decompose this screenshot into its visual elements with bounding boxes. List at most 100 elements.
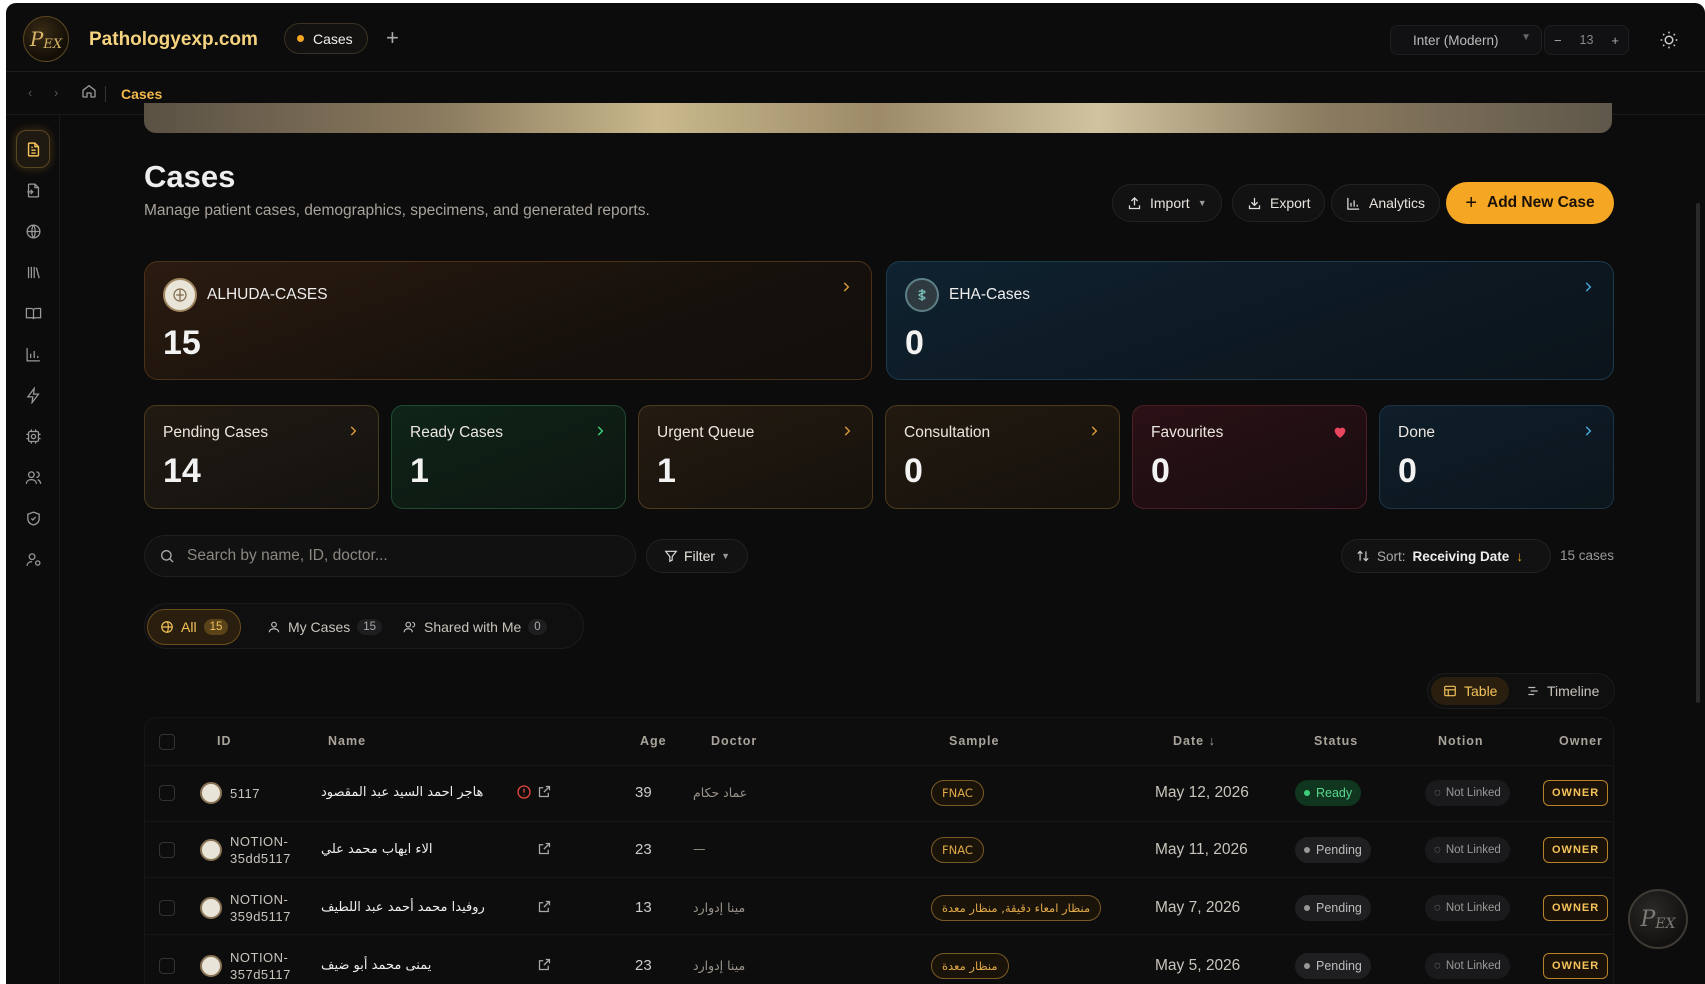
org-card-eha[interactable]: EHA-Cases 0 bbox=[886, 261, 1614, 380]
row-checkbox[interactable] bbox=[159, 842, 175, 858]
chevron-down-icon: ▼ bbox=[721, 551, 731, 561]
column-header-age[interactable]: Age bbox=[640, 734, 667, 748]
theme-toggle-button[interactable] bbox=[1654, 25, 1684, 55]
stat-card-consultation[interactable]: Consultation 0 bbox=[885, 405, 1120, 509]
sidebar-item-cases[interactable] bbox=[16, 130, 50, 168]
table-row[interactable]: NOTION- 357d5117 يمنى محمد أبو ضيف 23 مين… bbox=[145, 934, 1613, 984]
filter-label: Filter bbox=[683, 548, 716, 564]
search-placeholder: Search by name, ID, doctor... bbox=[187, 547, 388, 564]
table-view-button[interactable]: Table bbox=[1431, 677, 1510, 705]
bar-chart-icon bbox=[25, 347, 40, 362]
sidebar-item-globe[interactable] bbox=[16, 212, 50, 250]
patient-name[interactable]: الاء ايهاب محمد علي bbox=[321, 842, 433, 857]
status-badge[interactable]: Pending bbox=[1295, 895, 1371, 921]
row-checkbox[interactable] bbox=[159, 785, 175, 801]
table-row[interactable]: NOTION- 35dd5117 الاء ايهاب محمد علي 23 —… bbox=[145, 821, 1613, 877]
sidebar-item-analytics[interactable] bbox=[16, 335, 50, 373]
notion-link-badge[interactable]: ◌ Not Linked bbox=[1425, 895, 1510, 921]
stat-card-pending[interactable]: Pending Cases 14 bbox=[144, 405, 379, 509]
column-header-date[interactable]: Date ↓ bbox=[1173, 734, 1216, 748]
sort-button[interactable]: Sort: Receiving Date ↓ bbox=[1341, 539, 1551, 573]
external-link-icon[interactable] bbox=[537, 899, 552, 914]
notion-link-badge[interactable]: ◌ Not Linked bbox=[1425, 953, 1510, 979]
floating-assistant-logo[interactable]: P EX bbox=[1628, 889, 1688, 949]
column-header-sample[interactable]: Sample bbox=[949, 734, 999, 748]
case-id[interactable]: NOTION- 357d5117 bbox=[230, 949, 291, 983]
column-header-status[interactable]: Status bbox=[1314, 734, 1358, 748]
tab-all[interactable]: All 15 bbox=[147, 609, 242, 645]
chevron-right-icon bbox=[843, 282, 850, 292]
notion-label: Not Linked bbox=[1445, 844, 1501, 856]
forward-arrow-icon[interactable]: › bbox=[54, 85, 58, 100]
sort-value: Receiving Date bbox=[1412, 548, 1510, 564]
back-arrow-icon[interactable]: ‹ bbox=[28, 85, 32, 100]
doctor-name: مينا إدوارد bbox=[693, 900, 746, 915]
font-increase-button[interactable]: + bbox=[1611, 33, 1619, 48]
sidebar-item-account[interactable] bbox=[16, 540, 50, 578]
tab-cases[interactable]: Cases bbox=[284, 23, 368, 54]
filter-button[interactable]: Filter ▼ bbox=[646, 539, 748, 573]
search-input[interactable]: Search by name, ID, doctor... bbox=[144, 535, 636, 577]
select-all-checkbox[interactable] bbox=[159, 734, 175, 750]
patient-name[interactable]: روفيدا محمد أحمد عبد اللطيف bbox=[321, 900, 485, 915]
stat-card-done[interactable]: Done 0 bbox=[1379, 405, 1614, 509]
add-new-case-button[interactable]: + Add New Case bbox=[1446, 182, 1614, 224]
status-badge[interactable]: Ready bbox=[1295, 780, 1362, 806]
row-checkbox[interactable] bbox=[159, 900, 175, 916]
tab-shared-with-me[interactable]: Shared with Me 0 bbox=[391, 609, 559, 645]
export-button[interactable]: Export bbox=[1232, 184, 1326, 222]
column-header-id[interactable]: ID bbox=[217, 734, 232, 748]
font-family-value: Inter (Modern) bbox=[1413, 32, 1499, 48]
stat-card-ready[interactable]: Ready Cases 1 bbox=[391, 405, 626, 509]
sidebar-item-automation[interactable] bbox=[16, 376, 50, 414]
font-decrease-button[interactable]: − bbox=[1554, 33, 1562, 48]
sidebar-item-users[interactable] bbox=[16, 458, 50, 496]
lightning-icon bbox=[26, 386, 40, 404]
case-id[interactable]: NOTION- 359d5117 bbox=[230, 891, 291, 925]
tab-label: Cases bbox=[313, 30, 353, 47]
table-row[interactable]: NOTION- 359d5117 روفيدا محمد أحمد عبد الل… bbox=[145, 877, 1613, 933]
sidebar-item-import[interactable] bbox=[16, 171, 50, 209]
import-button[interactable]: Import ▼ bbox=[1112, 184, 1222, 222]
column-header-doctor[interactable]: Doctor bbox=[711, 734, 757, 748]
stat-card-favourites[interactable]: Favourites 0 bbox=[1132, 405, 1367, 509]
stat-value: 0 bbox=[1151, 452, 1170, 490]
add-tab-button[interactable]: + bbox=[386, 25, 399, 51]
column-header-owner[interactable]: Owner bbox=[1559, 734, 1603, 748]
app-logo[interactable]: P EX bbox=[23, 16, 69, 62]
status-badge[interactable]: Pending bbox=[1295, 837, 1371, 863]
column-header-name[interactable]: Name bbox=[328, 734, 366, 748]
org-card-alhuda[interactable]: ALHUDA-CASES 15 bbox=[144, 261, 872, 380]
add-new-case-label: Add New Case bbox=[1487, 194, 1595, 211]
scrollbar[interactable] bbox=[1696, 203, 1700, 703]
sidebar-item-security[interactable] bbox=[16, 499, 50, 537]
notion-link-badge[interactable]: ◌ Not Linked bbox=[1425, 780, 1510, 806]
cpu-settings-icon bbox=[25, 428, 41, 444]
external-link-icon[interactable] bbox=[537, 841, 552, 856]
status-badge[interactable]: Pending bbox=[1295, 953, 1371, 979]
sidebar-item-library[interactable] bbox=[16, 253, 50, 291]
tab-my-cases[interactable]: My Cases 15 bbox=[255, 609, 394, 645]
patient-name[interactable]: هاجر احمد السيد عبد المقصود bbox=[321, 785, 483, 800]
analytics-button[interactable]: Analytics bbox=[1331, 184, 1441, 222]
top-bar: P EX Pathologyexp.com Cases + Inter (Mode… bbox=[6, 3, 1705, 72]
home-icon[interactable] bbox=[81, 83, 97, 104]
case-id[interactable]: NOTION- 35dd5117 bbox=[230, 833, 291, 867]
column-header-notion[interactable]: Notion bbox=[1438, 734, 1484, 748]
row-checkbox[interactable] bbox=[159, 958, 175, 974]
site-title[interactable]: Pathologyexp.com bbox=[89, 29, 258, 51]
case-date: May 5, 2026 bbox=[1155, 957, 1241, 974]
table-row[interactable]: 5117 هاجر احمد السيد عبد المقصود 39 عماد… bbox=[145, 765, 1613, 821]
external-link-icon[interactable] bbox=[537, 784, 552, 799]
external-link-icon[interactable] bbox=[537, 957, 552, 972]
sidebar-item-processing[interactable] bbox=[16, 417, 50, 455]
timeline-view-button[interactable]: Timeline bbox=[1514, 677, 1611, 705]
case-id[interactable]: 5117 bbox=[230, 785, 260, 802]
patient-name[interactable]: يمنى محمد أبو ضيف bbox=[321, 958, 431, 973]
stat-card-urgent[interactable]: Urgent Queue 1 bbox=[638, 405, 873, 509]
breadcrumb-current[interactable]: Cases bbox=[121, 86, 162, 102]
user-icon bbox=[268, 621, 280, 633]
sidebar-item-book[interactable] bbox=[16, 294, 50, 332]
font-family-select[interactable]: Inter (Modern) ▼ bbox=[1390, 25, 1542, 55]
notion-link-badge[interactable]: ◌ Not Linked bbox=[1425, 837, 1510, 863]
